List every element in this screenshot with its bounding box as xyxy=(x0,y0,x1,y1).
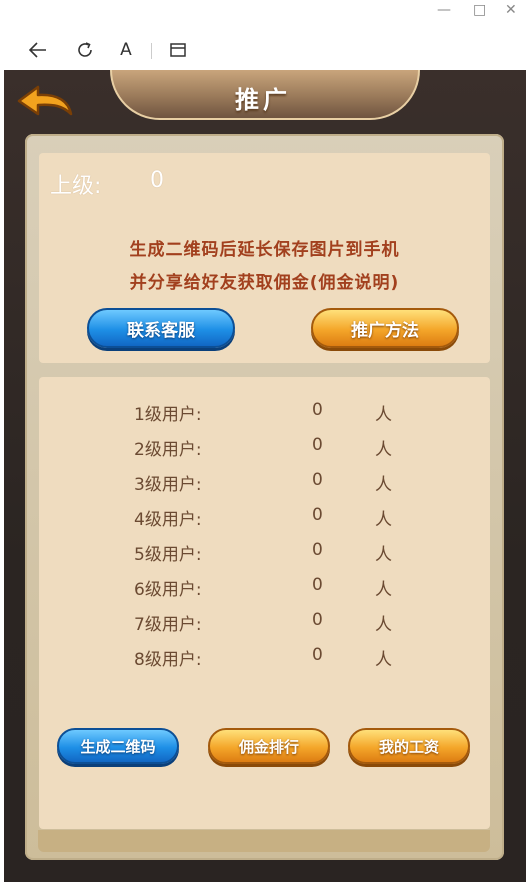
generate-qr-button[interactable]: 生成二维码 xyxy=(57,728,179,764)
close-icon[interactable]: ✕ xyxy=(505,2,517,18)
level-count: 0 xyxy=(312,540,323,560)
toolbar-divider xyxy=(151,43,152,59)
level-row: 8级用户: 0 人 xyxy=(39,645,490,670)
level-label: 4级用户: xyxy=(134,510,202,530)
level-unit: 人 xyxy=(375,440,392,460)
my-salary-button[interactable]: 我的工资 xyxy=(348,728,470,764)
level-unit: 人 xyxy=(375,545,392,565)
minimize-icon[interactable]: — xyxy=(437,2,451,18)
level-count: 0 xyxy=(312,610,323,630)
level-row: 4级用户: 0 人 xyxy=(39,505,490,530)
browser-toolbar: — □ ✕ A xyxy=(0,0,526,70)
level-label: 8级用户: xyxy=(134,650,202,670)
level-unit: 人 xyxy=(375,650,392,670)
level-row: 6级用户: 0 人 xyxy=(39,575,490,600)
level-count: 0 xyxy=(312,470,323,490)
level-count: 0 xyxy=(312,505,323,525)
level-row: 5级用户: 0 人 xyxy=(39,540,490,565)
level-unit: 人 xyxy=(375,510,392,530)
level-count: 0 xyxy=(312,645,323,665)
level-label: 5级用户: xyxy=(134,545,202,565)
level-unit: 人 xyxy=(375,580,392,600)
description-line-1: 生成二维码后延长保存图片到手机 xyxy=(129,240,400,260)
level-count: 0 xyxy=(312,435,323,455)
superior-label: 上级: xyxy=(50,174,102,199)
level-row: 1级用户: 0 人 xyxy=(39,400,490,425)
level-row: 2级用户: 0 人 xyxy=(39,435,490,460)
level-count: 0 xyxy=(312,575,323,595)
contact-service-button[interactable]: 联系客服 xyxy=(87,308,235,348)
level-label: 6级用户: xyxy=(134,580,202,600)
window-icon[interactable] xyxy=(168,40,188,60)
commission-rank-button[interactable]: 佣金排行 xyxy=(208,728,330,764)
page-title: 推广 xyxy=(235,86,291,114)
description-line-2[interactable]: 并分享给好友获取佣金(佣金说明) xyxy=(39,268,490,293)
reader-mode-icon[interactable]: A xyxy=(116,40,136,60)
level-label: 3级用户: xyxy=(134,475,202,495)
back-arrow-icon[interactable] xyxy=(28,40,48,60)
level-unit: 人 xyxy=(375,405,392,425)
level-label: 7级用户: xyxy=(134,615,202,635)
level-unit: 人 xyxy=(375,615,392,635)
panel-footer xyxy=(38,830,490,852)
superior-value: 0 xyxy=(150,168,164,193)
maximize-icon[interactable]: □ xyxy=(473,2,486,18)
refresh-icon[interactable] xyxy=(75,40,95,60)
level-unit: 人 xyxy=(375,475,392,495)
back-button[interactable] xyxy=(16,82,74,120)
level-row: 7级用户: 0 人 xyxy=(39,610,490,635)
promo-method-button[interactable]: 推广方法 xyxy=(311,308,459,348)
back-arrow-icon xyxy=(17,85,73,116)
level-count: 0 xyxy=(312,400,323,420)
level-label: 1级用户: xyxy=(134,405,202,425)
level-label: 2级用户: xyxy=(134,440,202,460)
level-row: 3级用户: 0 人 xyxy=(39,470,490,495)
